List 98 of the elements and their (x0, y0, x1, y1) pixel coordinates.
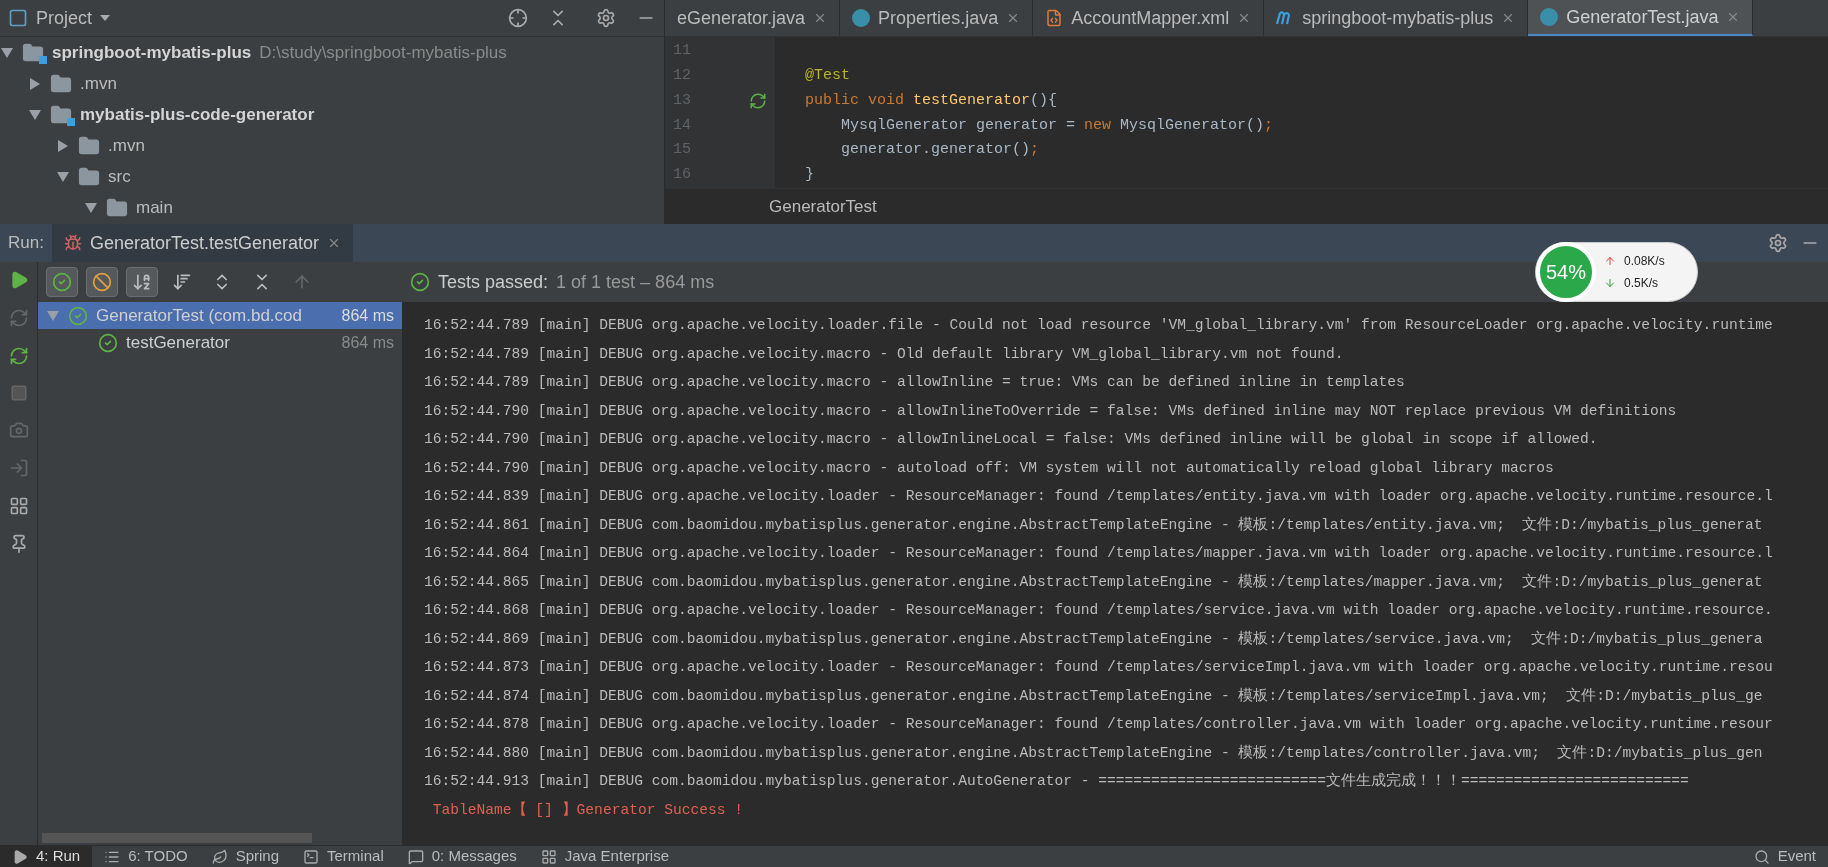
log-line: 16:52:44.873 [main] DEBUG org.apache.velocity.loader - ResourceManager: found /templates/serviceImpl.java.vm with loader org.apache.velocity.runtime.resou (424, 658, 1773, 678)
toolbar-toggle[interactable] (126, 267, 158, 297)
xml-file-icon (1045, 9, 1064, 27)
play-icon (12, 848, 28, 865)
expanded-arrow-icon[interactable] (28, 107, 42, 122)
tool-window-tab[interactable]: Event (1741, 846, 1828, 867)
percent-indicator: 54% (1536, 242, 1596, 302)
class-icon (1540, 8, 1559, 26)
code-line: MysqlGenerator generator = new MysqlGenerator(); (840, 115, 1274, 136)
editor-tab[interactable]: Properties.java (840, 0, 1034, 36)
tool-window-tab[interactable]: 0: Messages (395, 846, 529, 867)
panel-title[interactable]: Project (36, 4, 93, 32)
code-line: public void testGenerator(){ (805, 90, 1058, 111)
tool-window-tab[interactable]: Java Enterprise (528, 846, 681, 867)
run-tab[interactable]: GeneratorTest.testGenerator (51, 224, 354, 262)
speed-widget[interactable]: 54% 0.08K/s 0.5K/s (1535, 242, 1698, 302)
run-gutter-icon[interactable] (749, 92, 767, 111)
tool-window-tab[interactable]: 6: TODO (92, 846, 200, 867)
scrollbar[interactable] (42, 833, 312, 843)
module-badge-icon (67, 117, 75, 126)
log-line: 16:52:44.878 [main] DEBUG org.apache.velocity.loader - ResourceManager: found /templates/controller.java.vm with loader org.apache.velocity.runtime.resour (424, 715, 1773, 735)
folder-icon (78, 134, 100, 157)
code-line: generator.generator(); (840, 140, 1040, 161)
passed-filter-icon (52, 272, 72, 292)
passed-icon (68, 305, 88, 326)
log-line: 16:52:44.865 [main] DEBUG com.baomidou.mybatisplus.generator.engine.AbstractTemplateEngine - 模板:/templates/mapper.java.vm; 文件:D:/mybatis_plus_generat (424, 572, 1763, 592)
test-summary: 1 of 1 test – 864 ms (556, 270, 715, 294)
toolbar-toggle[interactable] (46, 267, 78, 297)
layout-icon[interactable] (8, 496, 29, 516)
editor-tab[interactable]: eGenerator.java (665, 0, 841, 36)
terminal-icon (303, 848, 320, 865)
toolbar-toggle[interactable] (86, 267, 118, 297)
editor-tab[interactable]: AccountMapper.xml (1033, 0, 1265, 36)
tree-item[interactable]: .mvn (108, 132, 145, 159)
editor-tab[interactable]: GeneratorTest.java (1528, 0, 1754, 36)
tree-item[interactable]: main (136, 194, 173, 221)
test-duration: 864 ms (341, 305, 394, 326)
collapsed-arrow-icon[interactable] (28, 76, 42, 91)
log-line: 16:52:44.789 [main] DEBUG org.apache.velocity.macro - Old default library VM_global_library.vm not found. (424, 344, 1344, 364)
passed-icon (410, 272, 430, 292)
tool-window-tab[interactable]: Terminal (291, 846, 396, 867)
tree-item[interactable]: mybatis-plus-code-generator (80, 101, 315, 128)
log-line: 16:52:44.868 [main] DEBUG org.apache.velocity.loader - ResourceManager: found /templates/service.java.vm with loader org.apache.velocity.runtime.resource. (424, 601, 1773, 621)
log-line: 16:52:44.790 [main] DEBUG org.apache.velocity.macro - allowInlineToOverride = false: VMs defined inline may NOT replace previous VM definitions (424, 401, 1677, 421)
log-line: 16:52:44.861 [main] DEBUG com.baomidou.mybatisplus.generator.engine.AbstractTemplateEngine - 模板:/templates/entity.java.vm; 文件:D:/mybatis_plus_generat (424, 515, 1763, 535)
sort-alphabetical-icon (132, 272, 152, 292)
module-folder-icon (50, 103, 72, 126)
log-line: 16:52:44.864 [main] DEBUG org.apache.velocity.loader - ResourceManager: found /templates/mapper.java.vm with loader org.apache.velocity.runtime.resource.l (424, 544, 1773, 564)
collapsed-arrow-icon[interactable] (56, 138, 70, 153)
test-row[interactable]: GeneratorTest (com.bd.cod 864 ms (38, 302, 402, 329)
log-line: 16:52:44.789 [main] DEBUG org.apache.velocity.loader.file - Could not load resource 'VM_global_library.vm' from ResourceLoader org.apache.velocity.runtime (424, 316, 1773, 336)
test-status: Tests passed: (438, 270, 549, 294)
run-label: Run: (7, 232, 45, 255)
passed-icon (98, 332, 118, 353)
log-line: 16:52:44.913 [main] DEBUG com.baomidou.mybatisplus.generator.AutoGenerator - ==========================文件生成完成！！！========================== (424, 771, 1689, 792)
project-path: D:\study\springboot-mybatis-plus (259, 41, 507, 64)
ignored-filter-icon (92, 272, 112, 292)
folder-icon (78, 165, 100, 188)
settings-icon[interactable] (596, 8, 616, 28)
locate-icon[interactable] (508, 8, 528, 28)
log-line: TableName【 [] 】Generator Success ! (431, 800, 743, 820)
tool-window-tab[interactable]: Spring (199, 846, 292, 867)
test-name: GeneratorTest (com.bd.cod (96, 304, 302, 327)
upload-arrow-icon (1604, 255, 1616, 267)
download-speed: 0.5K/s (1624, 275, 1659, 292)
test-name: testGenerator (126, 331, 230, 354)
expanded-arrow-icon[interactable] (84, 200, 98, 215)
breadcrumb[interactable]: GeneratorTest (769, 193, 877, 220)
log-line: 16:52:44.839 [main] DEBUG org.apache.velocity.loader - ResourceManager: found /templates/entity.java.vm with loader org.apache.velocity.runtime.resource.l (424, 487, 1773, 507)
folder-icon (106, 196, 128, 219)
download-arrow-icon (1604, 277, 1616, 289)
tree-item[interactable]: springboot-mybatis-plus (52, 39, 252, 66)
test-duration: 864 ms (341, 332, 394, 353)
log-line: 16:52:44.869 [main] DEBUG com.baomidou.mybatisplus.generator.engine.AbstractTemplateEngine - 模板:/templates/service.java.vm; 文件:D:/mybatis_plus_genera (424, 629, 1763, 649)
module-badge-icon (39, 55, 47, 64)
upload-speed: 0.08K/s (1624, 253, 1665, 270)
tool-window-tab[interactable]: 4: Run (0, 846, 93, 867)
leaf-icon (211, 848, 228, 865)
dropdown-caret-icon[interactable] (100, 15, 111, 21)
message-icon (407, 848, 424, 865)
module-folder-icon (22, 41, 44, 64)
log-line: 16:52:44.790 [main] DEBUG org.apache.velocity.macro - autoload off: VM system will not automatically reload global library macros (424, 458, 1554, 478)
log-line: 16:52:44.880 [main] DEBUG com.baomidou.mybatisplus.generator.engine.AbstractTemplateEngine - 模板:/templates/controller.java.vm; 文件:D:/mybatis_plus_gen (424, 743, 1763, 763)
settings-icon[interactable] (1768, 233, 1788, 253)
log-line: 16:52:44.874 [main] DEBUG com.baomidou.mybatisplus.generator.engine.AbstractTemplateEngine - 模板:/templates/serviceImpl.java.vm; 文件:D:/mybatis_plus_ge (424, 686, 1763, 706)
project-window-icon (8, 8, 28, 28)
code-line: @Test (805, 66, 850, 86)
code-line: } (805, 165, 814, 186)
expanded-arrow-icon[interactable] (0, 45, 14, 60)
log-line: 16:52:44.789 [main] DEBUG org.apache.velocity.macro - allowInline = true: VMs can be defined inline in templates (424, 373, 1405, 393)
tree-item[interactable]: .mvn (80, 70, 117, 97)
class-icon (852, 9, 871, 27)
tree-item[interactable]: src (108, 163, 131, 190)
sort-duration-icon (172, 272, 192, 292)
test-row[interactable]: testGenerator 864 ms (38, 329, 402, 356)
log-line: 16:52:44.790 [main] DEBUG org.apache.velocity.macro - allowInlineLocal = false: VMs defined inline will be global in scope if allowed. (424, 430, 1598, 450)
folder-icon (50, 72, 72, 95)
expanded-arrow-icon[interactable] (56, 169, 70, 184)
